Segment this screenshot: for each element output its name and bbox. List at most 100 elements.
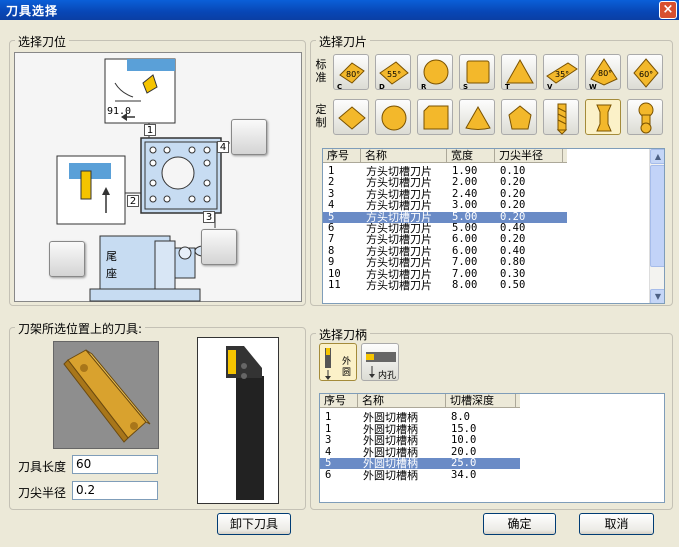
insert-cell: 方头切槽刀片 — [366, 166, 432, 177]
insert-row[interactable]: 3 方头切槽刀片 2.40 0.20 — [323, 189, 567, 200]
holder-row[interactable]: 1 外圆切槽柄 15.0 — [320, 424, 520, 435]
current-tool-group-title: 刀架所选位置上的刀具: — [15, 320, 146, 337]
insert-cell: 0.20 — [500, 200, 526, 212]
insert-w-button[interactable]: 80° W — [585, 54, 621, 91]
holder-list[interactable]: 序号 名称 切槽深度 1 外圆切槽柄 8.0 1 外圆切槽柄 15.0 3 外圆切槽柄 10.0… — [319, 393, 665, 503]
svg-text:V: V — [547, 83, 553, 91]
turret-diagram: 91.0 1 2 3 4 尾 座 — [14, 52, 302, 302]
insert-s-button[interactable]: S — [459, 54, 495, 91]
holder-row[interactable]: 1 外圆切槽柄 8.0 — [320, 412, 520, 423]
custom-insert-button-4[interactable] — [459, 99, 495, 135]
insert-cell: 6.00 — [452, 245, 478, 257]
insert-cell: 7.00 — [452, 268, 478, 280]
insert-cell: 4 — [328, 200, 335, 212]
insert-d-button[interactable]: 55° D — [375, 54, 411, 91]
svg-text:35°: 35° — [555, 70, 569, 79]
ok-button[interactable]: 确定 — [483, 513, 556, 535]
trigon-80-insert-icon: 80°W — [589, 58, 618, 91]
insert-row[interactable]: 7 方头切槽刀片 6.00 0.20 — [323, 234, 567, 245]
insert-c-button[interactable]: 80° C — [333, 54, 369, 91]
tool-slot-4[interactable] — [231, 119, 267, 155]
insert-cell: 8 — [328, 245, 335, 257]
holder-row[interactable]: 5 外圆切槽柄 25.0 — [320, 458, 520, 470]
holder-cell: 外圆切槽柄 — [363, 446, 418, 458]
holder-cell: 1 — [325, 412, 332, 423]
dogbone-insert-icon — [638, 102, 654, 134]
insert-row[interactable]: 2 方头切槽刀片 2.00 0.20 — [323, 177, 567, 188]
insert-cell: 8.00 — [452, 280, 478, 291]
col-holder-name[interactable]: 名称 — [358, 394, 446, 408]
insert-row[interactable]: 10 方头切槽刀片 7.00 0.30 — [323, 269, 567, 280]
insert-cell: 方头切槽刀片 — [366, 268, 432, 280]
insert-v-button[interactable]: 35° V — [543, 54, 579, 91]
custom-label: 定 制 — [315, 103, 327, 129]
insert-row[interactable]: 9 方头切槽刀片 7.00 0.80 — [323, 257, 567, 268]
insert-cell: 5.00 — [452, 223, 478, 234]
insert-row[interactable]: 5 方头切槽刀片 5.00 0.20 — [323, 211, 567, 223]
holder-cell: 5 — [325, 458, 332, 470]
insert-row[interactable]: 1 方头切槽刀片 1.90 0.10 — [323, 166, 567, 177]
insert-list-scrollbar[interactable]: ▲ ▼ — [649, 149, 664, 303]
insert-cell: 方头切槽刀片 — [366, 211, 432, 223]
custom-insert-button-6[interactable] — [543, 99, 579, 135]
holder-cell: 20.0 — [451, 446, 477, 458]
insert-t-button[interactable]: T — [501, 54, 537, 91]
custom-insert-button-3[interactable] — [417, 99, 453, 135]
svg-text:C: C — [337, 83, 342, 91]
custom-round-icon — [381, 105, 407, 131]
diamond-35-insert-icon: 35°V — [546, 62, 578, 91]
tool-slot-empty[interactable] — [49, 241, 85, 277]
slot-number-3: 3 — [203, 211, 215, 223]
holder-cell: 4 — [325, 446, 332, 458]
insert-row[interactable]: 8 方头切槽刀片 6.00 0.40 — [323, 246, 567, 257]
insert-cell: 1 — [328, 166, 335, 177]
insert-row[interactable]: 6 方头切槽刀片 5.00 0.40 — [323, 223, 567, 234]
tool-slot-3[interactable] — [201, 229, 237, 265]
col-groove-depth[interactable]: 切槽深度 — [446, 394, 516, 408]
custom-insert-button-7[interactable] — [585, 99, 621, 135]
custom-pentagon-icon — [508, 105, 532, 130]
scroll-down-icon[interactable]: ▼ — [650, 289, 664, 303]
unload-tool-button[interactable]: 卸下刀具 — [217, 513, 291, 535]
col-name[interactable]: 名称 — [361, 149, 447, 163]
col-width[interactable]: 宽度 — [447, 149, 495, 163]
tip-radius-field[interactable]: 0.2 — [72, 481, 158, 500]
holder-row[interactable]: 3 外圆切槽柄 10.0 — [320, 435, 520, 446]
holder-row[interactable]: 4 外圆切槽柄 20.0 — [320, 447, 520, 458]
scroll-thumb[interactable] — [650, 165, 664, 267]
col-holder-index[interactable]: 序号 — [320, 394, 358, 408]
tool-length-field[interactable]: 60 — [72, 455, 158, 474]
holder-cell: 外圆切槽柄 — [363, 412, 418, 423]
custom-insert-button-2[interactable] — [375, 99, 411, 135]
insert-list[interactable]: 序号 名称 宽度 刀尖半径 1 方头切槽刀片 1.90 0.10 2 方头切槽刀片 2.00… — [322, 148, 665, 304]
holder-row[interactable]: 6 外圆切槽柄 34.0 — [320, 470, 520, 481]
holder-cell: 10.0 — [451, 435, 477, 447]
triangle-insert-icon: T — [505, 58, 534, 91]
custom-triangle-icon — [465, 105, 491, 130]
slot-number-1: 1 — [144, 124, 156, 136]
insert-cell: 0.20 — [500, 177, 526, 189]
insert-cell: 0.20 — [500, 234, 526, 246]
insert-group-title: 选择刀片 — [316, 33, 371, 50]
insert-r-button[interactable]: R — [417, 54, 453, 91]
custom-insert-button-1[interactable] — [333, 99, 369, 135]
insert-row[interactable]: 11 方头切槽刀片 8.00 0.50 — [323, 280, 567, 291]
external-holder-button[interactable]: 外 圆 — [319, 343, 357, 381]
holder-cell: 6 — [325, 470, 332, 481]
custom-insert-button-8[interactable] — [627, 99, 663, 135]
insert-row[interactable]: 4 方头切槽刀片 3.00 0.20 — [323, 200, 567, 211]
svg-text:R: R — [421, 83, 427, 91]
tool-length-label: 刀具长度 — [18, 460, 67, 474]
custom-insert-button-5[interactable] — [501, 99, 537, 135]
col-index[interactable]: 序号 — [323, 149, 361, 163]
round-insert-icon: R — [421, 59, 449, 91]
holder-preview — [197, 337, 279, 504]
cancel-button[interactable]: 取消 — [579, 513, 654, 535]
col-radius[interactable]: 刀尖半径 — [495, 149, 563, 163]
internal-holder-button[interactable]: 内孔 — [361, 343, 399, 381]
insert-60-button[interactable]: 60° — [627, 54, 663, 90]
scroll-up-icon[interactable]: ▲ — [650, 149, 664, 164]
insert-cell: 方头切槽刀片 — [366, 223, 432, 234]
insert-cell: 0.10 — [500, 166, 526, 177]
close-icon[interactable]: × — [659, 1, 677, 19]
